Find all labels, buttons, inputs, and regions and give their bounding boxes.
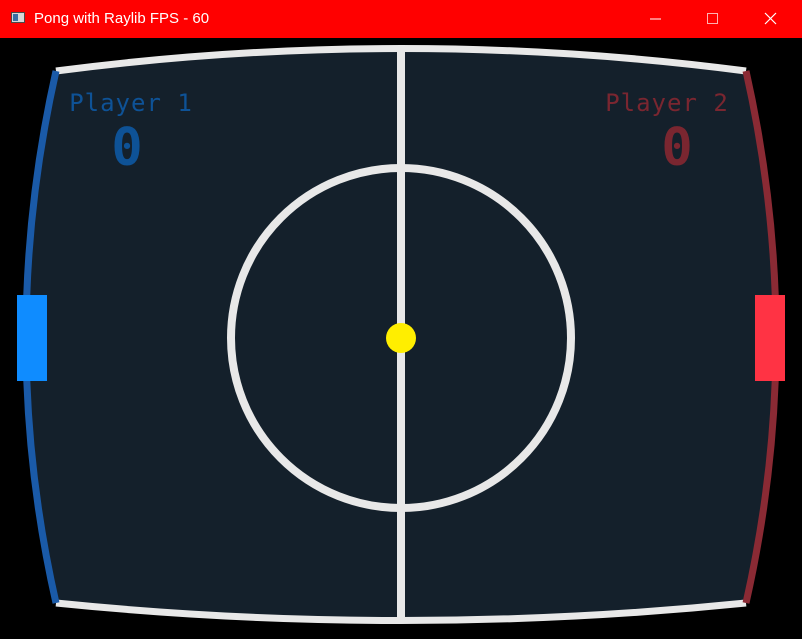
- minimize-button[interactable]: [627, 0, 685, 38]
- player1-paddle: [17, 295, 47, 381]
- player2-name: Player 2: [605, 89, 729, 117]
- game-canvas[interactable]: Player 1 Player 2 0 0: [1, 38, 801, 638]
- player1-name: Player 1: [69, 89, 193, 117]
- game-window: Pong with Raylib FPS - 60 Player 1 Playe…: [0, 0, 802, 639]
- maximize-button[interactable]: [685, 0, 743, 38]
- player2-paddle: [755, 295, 785, 381]
- ball: [386, 323, 416, 353]
- app-window-icon: [11, 12, 25, 23]
- maximize-icon: [707, 13, 718, 24]
- close-button[interactable]: [743, 0, 801, 38]
- player1-score: 0: [111, 118, 142, 178]
- window-title: Pong with Raylib FPS - 60: [34, 10, 210, 27]
- pong-field: Player 1 Player 2 0 0: [17, 45, 785, 624]
- title-bar[interactable]: Pong with Raylib FPS - 60: [0, 0, 802, 38]
- close-icon: [764, 12, 777, 25]
- minimize-icon: [650, 18, 661, 20]
- player2-score: 0: [661, 118, 692, 178]
